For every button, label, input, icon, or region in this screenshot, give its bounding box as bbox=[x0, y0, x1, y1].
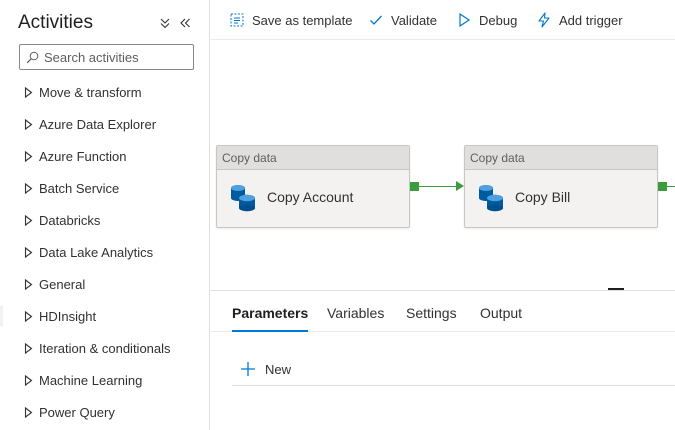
template-icon bbox=[230, 13, 244, 27]
activity-category-power-query[interactable]: Power Query bbox=[0, 396, 209, 428]
add-trigger-label: Add trigger bbox=[559, 12, 623, 28]
activity-category-label: Iteration & conditionals bbox=[39, 340, 171, 356]
plus-icon bbox=[241, 362, 255, 376]
activity-category-label: General bbox=[39, 276, 86, 292]
activity-category-list: Move & transform Azure Data Explorer Azu… bbox=[0, 76, 209, 428]
activity-category-iteration-conditionals[interactable]: Iteration & conditionals bbox=[0, 332, 209, 364]
tab-output[interactable]: Output bbox=[480, 305, 522, 332]
caret-right-icon bbox=[24, 150, 33, 162]
parameters-toolbar-row: New bbox=[232, 355, 675, 386]
sidebar-edge-marker bbox=[0, 306, 3, 326]
add-trigger-button[interactable]: Add trigger bbox=[536, 9, 623, 31]
caret-right-icon bbox=[24, 214, 33, 226]
activity-category-azure-function[interactable]: Azure Function bbox=[0, 140, 209, 172]
caret-right-icon bbox=[24, 406, 33, 418]
activity-category-move-transform[interactable]: Move & transform bbox=[0, 76, 209, 108]
activity-category-label: Power Query bbox=[39, 404, 115, 420]
activity-type-label: Copy data bbox=[465, 146, 657, 170]
activity-category-label: Databricks bbox=[39, 212, 101, 228]
activity-name: Copy Account bbox=[267, 189, 354, 205]
validate-button[interactable]: Validate bbox=[368, 9, 437, 31]
tab-parameters[interactable]: Parameters bbox=[232, 305, 309, 332]
save-as-template-button[interactable]: Save as template bbox=[229, 9, 352, 31]
success-output-handle[interactable] bbox=[410, 182, 419, 191]
properties-panel: Parameters Variables Settings Output New bbox=[211, 290, 675, 430]
activity-category-azure-data-explorer[interactable]: Azure Data Explorer bbox=[0, 108, 209, 140]
lightning-icon bbox=[538, 12, 550, 28]
debug-button[interactable]: Debug bbox=[456, 9, 517, 31]
activity-name: Copy Bill bbox=[515, 189, 571, 205]
debug-label: Debug bbox=[479, 12, 518, 28]
success-connector-line[interactable] bbox=[667, 186, 675, 187]
activity-copy-account[interactable]: Copy data Copy Account bbox=[216, 145, 410, 228]
activity-category-databricks[interactable]: Databricks bbox=[0, 204, 209, 236]
new-parameter-label: New bbox=[265, 361, 292, 377]
play-icon bbox=[459, 12, 471, 28]
activities-sidebar: Activities Move & transform Azure Data E… bbox=[0, 0, 210, 430]
success-output-handle[interactable] bbox=[658, 182, 667, 191]
activity-type-label: Copy data bbox=[217, 146, 409, 170]
database-icon bbox=[479, 185, 503, 212]
search-box bbox=[19, 44, 194, 70]
caret-right-icon bbox=[24, 86, 33, 98]
tab-variables[interactable]: Variables bbox=[327, 305, 384, 332]
chevron-double-left-icon[interactable] bbox=[178, 16, 192, 30]
activity-category-general[interactable]: General bbox=[0, 268, 209, 300]
caret-right-icon bbox=[24, 182, 33, 194]
activity-copy-bill[interactable]: Copy data Copy Bill bbox=[464, 145, 658, 228]
activity-category-label: Batch Service bbox=[39, 180, 120, 196]
validate-label: Validate bbox=[391, 12, 438, 28]
chevron-double-down-icon[interactable] bbox=[158, 16, 172, 30]
activity-category-label: Data Lake Analytics bbox=[39, 244, 154, 260]
connector-arrow-icon bbox=[456, 181, 464, 191]
caret-right-icon bbox=[24, 246, 33, 258]
activity-category-label: Move & transform bbox=[39, 84, 142, 100]
save-as-template-label: Save as template bbox=[252, 12, 353, 28]
sidebar-header: Activities bbox=[18, 12, 198, 38]
activity-category-label: Machine Learning bbox=[39, 372, 143, 388]
activity-category-label: HDInsight bbox=[39, 308, 97, 324]
activity-category-data-lake-analytics[interactable]: Data Lake Analytics bbox=[0, 236, 209, 268]
pipeline-toolbar: Save as template Validate Debug Add trig… bbox=[211, 0, 675, 40]
sidebar-title: Activities bbox=[18, 12, 93, 33]
activity-category-batch-service[interactable]: Batch Service bbox=[0, 172, 209, 204]
tab-settings[interactable]: Settings bbox=[406, 305, 457, 332]
caret-right-icon bbox=[24, 374, 33, 386]
caret-right-icon bbox=[24, 118, 33, 130]
activity-category-label: Azure Data Explorer bbox=[39, 116, 157, 132]
pipeline-canvas[interactable]: Copy data Copy Account Copy data Copy Bi… bbox=[211, 41, 675, 289]
activity-category-hdinsight[interactable]: HDInsight bbox=[0, 300, 209, 332]
checkmark-icon bbox=[370, 15, 382, 25]
properties-tabs: Parameters Variables Settings Output bbox=[211, 291, 675, 332]
activity-category-label: Azure Function bbox=[39, 148, 127, 164]
caret-right-icon bbox=[24, 278, 33, 290]
database-icon bbox=[231, 185, 255, 212]
success-connector-line[interactable] bbox=[419, 186, 457, 187]
search-activities-input[interactable] bbox=[44, 48, 189, 66]
new-parameter-button[interactable]: New bbox=[240, 359, 291, 379]
caret-right-icon bbox=[24, 310, 33, 322]
activity-category-machine-learning[interactable]: Machine Learning bbox=[0, 364, 209, 396]
caret-right-icon bbox=[24, 342, 33, 354]
search-icon bbox=[26, 51, 39, 64]
